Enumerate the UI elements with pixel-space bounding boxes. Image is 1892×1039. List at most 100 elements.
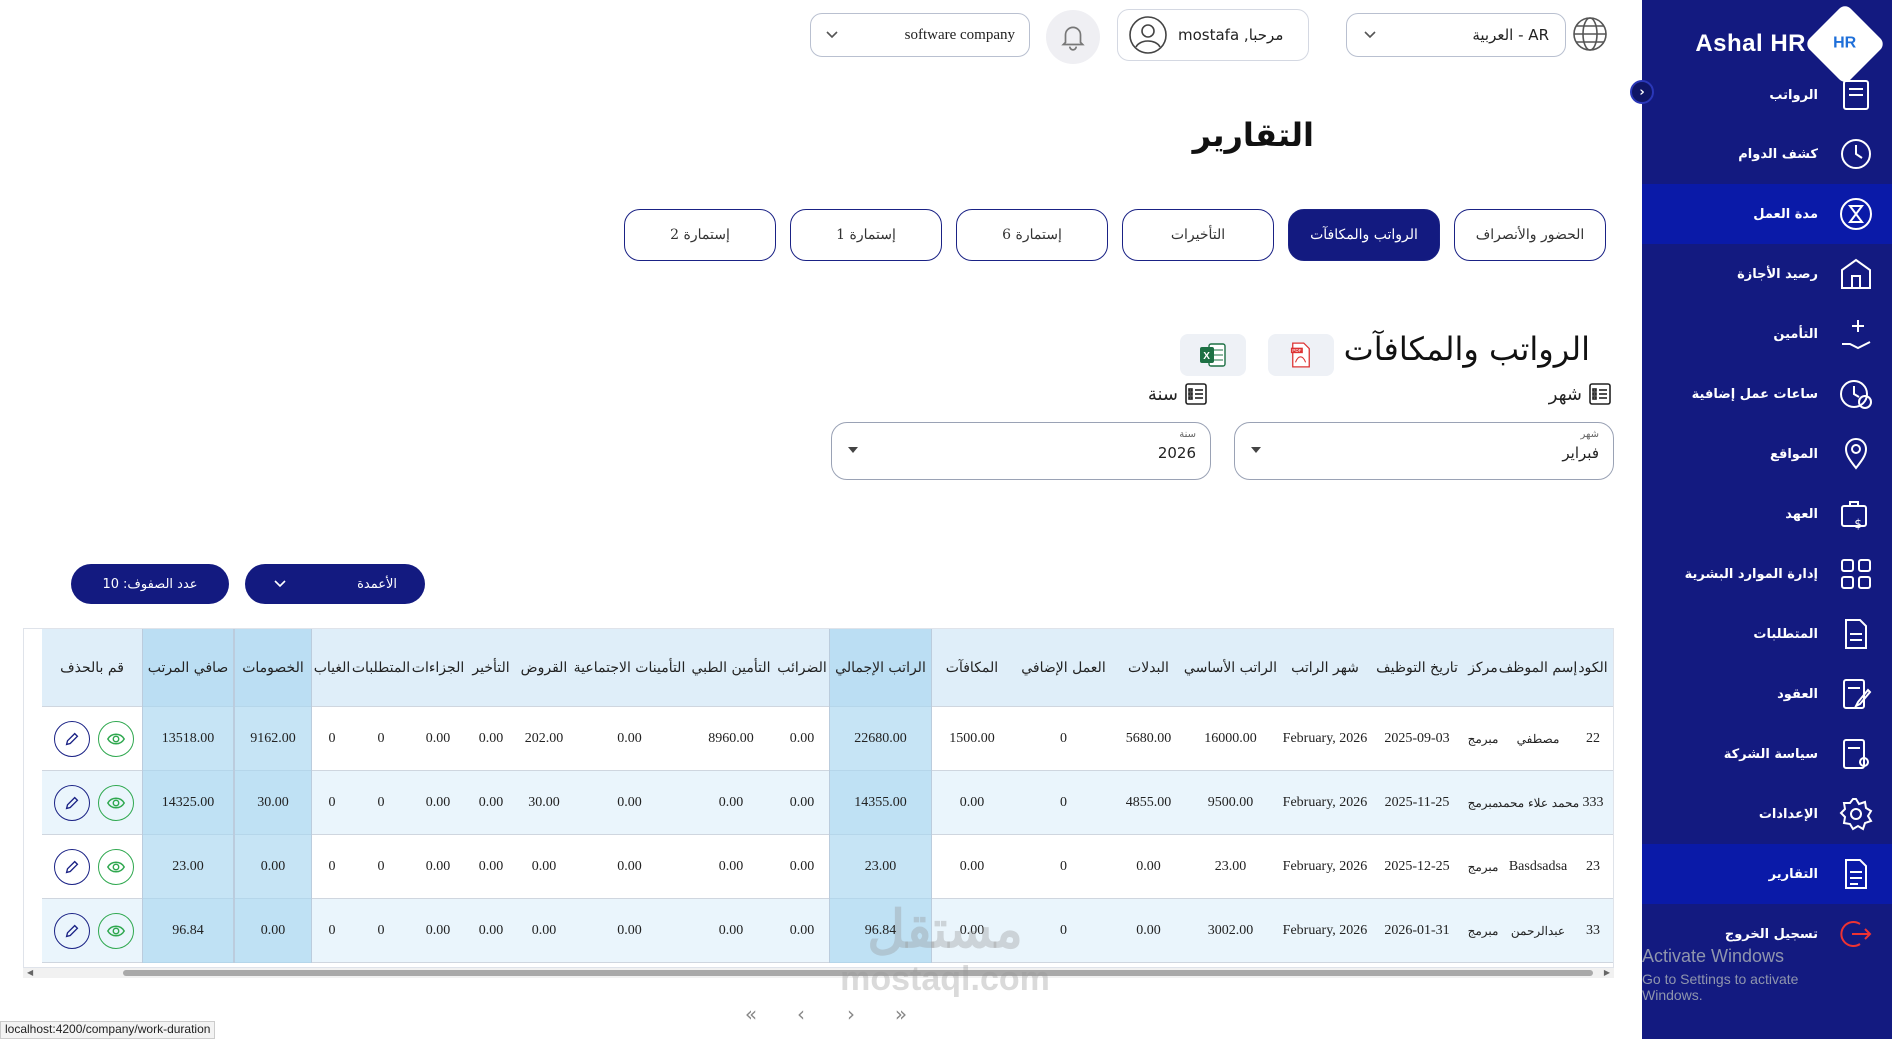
list-filter-icon xyxy=(1185,383,1207,405)
column-header[interactable]: التأمينات الاجتماعية xyxy=(572,629,687,707)
table-cell: مصطفي xyxy=(1516,732,1560,746)
edit-icon[interactable] xyxy=(54,785,90,821)
edit-icon[interactable] xyxy=(54,849,90,885)
sidebar-item-label: التقارير xyxy=(1768,866,1818,882)
sidebar-item-label: المتطلبات xyxy=(1753,626,1818,642)
sidebar-item-10[interactable]: العقود xyxy=(1642,664,1892,724)
column-header[interactable]: المكافآت xyxy=(932,629,1012,707)
insurance-hand-icon xyxy=(1836,314,1876,354)
eye-icon[interactable] xyxy=(98,913,134,949)
table-cell: 23.00 xyxy=(172,859,204,874)
language-select[interactable]: العربية - AR xyxy=(1346,13,1566,57)
edit-icon[interactable] xyxy=(54,721,90,757)
table-cell: 23.00 xyxy=(864,859,897,874)
column-header[interactable]: صافي المرتب xyxy=(142,629,234,707)
table-cell: مبرمج xyxy=(1467,924,1499,938)
briefcase-dollar-icon: $ xyxy=(1836,494,1876,534)
table-cell: 0 xyxy=(328,731,336,746)
tab-5[interactable]: إستمارة 2 xyxy=(624,209,776,261)
column-header[interactable]: التأمين الطبي xyxy=(687,629,775,707)
table-cell: 2025-11-25 xyxy=(1384,795,1450,810)
next-page-icon[interactable]: › xyxy=(840,1002,862,1026)
column-header[interactable]: التأخير xyxy=(466,629,516,707)
export-pdf-button[interactable]: PDF xyxy=(1268,334,1334,376)
column-header[interactable]: العمل الإضافي xyxy=(1012,629,1115,707)
sidebar-item-1[interactable]: كشف الدوام xyxy=(1642,124,1892,184)
location-pin-icon xyxy=(1836,434,1876,474)
column-header[interactable]: مركز xyxy=(1463,629,1503,707)
scroll-left-arrow-icon[interactable]: ◀ xyxy=(27,968,33,977)
tab-2[interactable]: التأخيرات xyxy=(1122,209,1274,261)
table-cell: 2025-12-25 xyxy=(1384,859,1450,874)
column-header[interactable]: الجزاءات xyxy=(410,629,466,707)
column-header[interactable]: الكود xyxy=(1573,629,1613,707)
columns-toggle-button[interactable]: الأعمدة xyxy=(245,564,425,604)
edit-icon[interactable] xyxy=(54,913,90,949)
prev-page-icon[interactable]: ‹ xyxy=(790,1002,812,1026)
overtime-clock-icon xyxy=(1836,374,1876,414)
eye-icon[interactable] xyxy=(98,721,134,757)
column-header[interactable]: إسم الموظف xyxy=(1499,629,1578,707)
table-cell: 0.00 xyxy=(789,731,815,746)
table-cell: 0.00 xyxy=(718,859,744,874)
column-header[interactable]: البدلات xyxy=(1115,629,1182,707)
last-page-icon[interactable]: » xyxy=(890,1002,912,1026)
column-header[interactable]: المتطلبات xyxy=(352,629,410,707)
column-header[interactable]: شهر الراتب xyxy=(1279,629,1371,707)
month-select[interactable]: شهر فبراير xyxy=(1234,422,1614,480)
company-select[interactable]: software company xyxy=(810,13,1030,57)
sidebar-item-7[interactable]: $ العهد xyxy=(1642,484,1892,544)
scroll-right-arrow-icon[interactable]: ▶ xyxy=(1604,968,1610,977)
report-tabs: الحضور والأنصراف الرواتب والمكافآت التأخير… xyxy=(624,209,1606,261)
column-header[interactable]: الخصومات xyxy=(234,629,312,707)
table-cell: 0.00 xyxy=(478,795,504,810)
table-cell: 0 xyxy=(328,923,336,938)
column-header[interactable]: تاريخ التوظيف xyxy=(1371,629,1463,707)
rows-label: عدد الصفوف: xyxy=(123,576,198,592)
table-cell: 0.00 xyxy=(425,923,451,938)
column-header[interactable]: القروض xyxy=(516,629,572,707)
globe-icon[interactable] xyxy=(1572,16,1608,52)
column-header[interactable]: قم بالحذف xyxy=(42,629,142,707)
column-header[interactable]: الراتب الأساسي xyxy=(1182,629,1279,707)
table-cell: 16000.00 xyxy=(1204,731,1257,746)
column-header[interactable]: الضرائب xyxy=(775,629,829,707)
column-header[interactable]: الراتب الإجمالي xyxy=(829,629,932,707)
house-icon xyxy=(1836,254,1876,294)
sidebar-item-9[interactable]: المتطلبات xyxy=(1642,604,1892,664)
column-header[interactable]: الغياب xyxy=(312,629,352,707)
year-select[interactable]: سنة 2026 xyxy=(831,422,1211,480)
eye-icon[interactable] xyxy=(98,785,134,821)
notifications-button[interactable] xyxy=(1046,10,1100,64)
sidebar-item-4[interactable]: التأمين xyxy=(1642,304,1892,364)
eye-icon[interactable] xyxy=(98,849,134,885)
first-page-icon[interactable]: « xyxy=(740,1002,762,1026)
sidebar-item-5[interactable]: ساعات عمل إضافية xyxy=(1642,364,1892,424)
rows-per-page-button[interactable]: عدد الصفوف: 10 xyxy=(71,564,229,604)
table-cell: February, 2026 xyxy=(1282,795,1368,810)
hourglass-icon xyxy=(1836,194,1876,234)
page-title: التقارير xyxy=(1192,116,1314,154)
sidebar-item-3[interactable]: رصيد الأجازة xyxy=(1642,244,1892,304)
sidebar-item-6[interactable]: المواقع xyxy=(1642,424,1892,484)
table-cell: 3002.00 xyxy=(1207,923,1254,938)
table-cell: 13518.00 xyxy=(161,731,215,746)
tab-4[interactable]: إستمارة 1 xyxy=(790,209,942,261)
table-cell: عبدالرحمن xyxy=(1510,924,1566,938)
table-cell: مبرمج xyxy=(1467,796,1499,810)
tab-1[interactable]: الرواتب والمكافآت xyxy=(1288,209,1440,261)
table-cell: 0.00 xyxy=(260,859,286,874)
sidebar-item-2[interactable]: مدة العمل xyxy=(1642,184,1892,244)
bell-icon xyxy=(1061,26,1085,51)
table-cell: 30.00 xyxy=(257,795,289,810)
tab-3[interactable]: إستمارة 6 xyxy=(956,209,1108,261)
export-excel-button[interactable]: X xyxy=(1180,334,1246,376)
table-horizontal-scrollbar[interactable]: ◀ ▶ xyxy=(23,968,1614,978)
sidebar-item-11[interactable]: سياسة الشركة xyxy=(1642,724,1892,784)
sidebar-item-8[interactable]: إدارة الموارد البشرية xyxy=(1642,544,1892,604)
tab-0[interactable]: الحضور والأنصراف xyxy=(1454,209,1606,261)
sidebar-item-12[interactable]: الإعدادات xyxy=(1642,784,1892,844)
user-menu[interactable]: مرحبا, mostafa xyxy=(1117,9,1309,61)
sidebar-item-0[interactable]: الرواتب xyxy=(1642,66,1892,124)
sidebar-item-13[interactable]: التقارير xyxy=(1642,844,1892,904)
